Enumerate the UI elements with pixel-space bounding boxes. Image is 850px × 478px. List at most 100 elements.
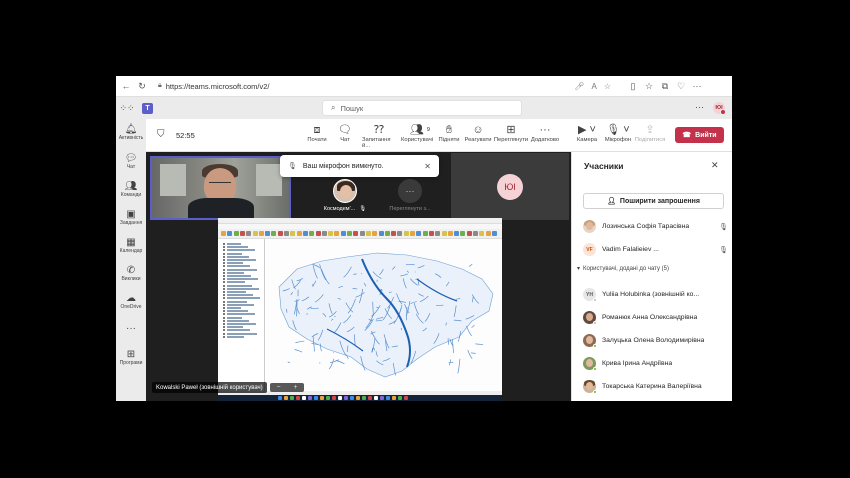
avatar: ЮІ <box>497 173 523 200</box>
refresh-icon[interactable]: ↻ <box>134 78 150 94</box>
participant-tile-kosmo[interactable]: Космодем'... 🎙︎ <box>321 179 369 219</box>
share-view-controls[interactable]: − + <box>270 383 304 392</box>
bell-icon: 🔔︎ <box>124 124 138 135</box>
presenter-name-label: Kowalski Paweł (зовнішній користувач) <box>152 382 267 393</box>
view-more-participants[interactable]: ··· Переглянути з... <box>376 179 444 219</box>
rail-item-chat[interactable]: 💬︎ Чат <box>116 153 146 170</box>
mic-icon[interactable]: 🎤︎ <box>574 82 584 91</box>
rail-item-onedrive[interactable]: ☁ OneDrive <box>116 293 146 310</box>
avatar: VF <box>583 243 596 256</box>
participant-row[interactable]: Крива Ірина Андріївна <box>583 355 728 372</box>
back-icon[interactable]: ← <box>118 78 134 94</box>
search-placeholder: Пошук <box>340 103 364 113</box>
rail-item-apps[interactable]: ⊞ Програми <box>116 349 146 366</box>
people-count-badge: 9 <box>426 127 430 133</box>
shared-screen <box>218 218 502 401</box>
mic-muted-icon: 🎙︎ <box>359 206 367 212</box>
panel-title: Учасники <box>584 161 624 171</box>
tasks-icon: ▣ <box>126 209 136 220</box>
view-button[interactable]: ⊞ Переглянути <box>494 124 528 143</box>
settings-more-icon[interactable]: ··· <box>695 102 704 112</box>
search-input[interactable]: ⌕ Пошук <box>322 100 522 116</box>
mic-button[interactable]: 🎙︎ ˅ Мікрофон <box>601 124 635 143</box>
rail-item-teams[interactable]: 👥︎ Команди <box>116 181 146 198</box>
avatar <box>583 220 596 233</box>
extensions-icon[interactable]: ♡ <box>673 78 689 94</box>
teams-icon: 👥︎ <box>124 181 138 192</box>
participant-tile-yu[interactable]: ЮІ <box>451 153 569 220</box>
avatar: YH <box>583 288 597 302</box>
rail-item-more[interactable]: ··· <box>116 323 146 334</box>
caret-down-icon: ▾ <box>577 266 581 272</box>
teams-header: ⁘⁘ T ⌕ Пошук ··· ЮІ <box>116 97 732 119</box>
address-url: https://teams.microsoft.com/v2/ <box>165 81 270 91</box>
mic-muted-icon: 🎙︎ <box>719 246 728 254</box>
participant-row[interactable]: Залуцька Олена Володимирівна <box>583 332 728 349</box>
chat-icon: 🗨︎ <box>338 124 352 136</box>
user-avatar[interactable]: ЮІ <box>713 102 726 115</box>
minus-icon[interactable]: − <box>276 384 280 391</box>
cloud-icon: ☁ <box>126 293 136 304</box>
rail-item-calls[interactable]: ✆ Виклики <box>116 265 146 282</box>
view-icon: ⊞ <box>506 124 516 136</box>
shield-icon[interactable]: ⛉ <box>157 129 165 140</box>
screen: ← ↻ 🔒︎ https://teams.microsoft.com/v2/ 🎤… <box>116 76 732 401</box>
avatar <box>583 334 597 348</box>
rail-item-activity[interactable]: 🔔︎ Активність <box>116 124 146 141</box>
avatar <box>583 357 597 371</box>
read-aloud-icon[interactable]: A <box>591 82 596 91</box>
participant-row[interactable]: Лозинська Софія Тарасівна 🎙︎ <box>583 218 728 235</box>
app-launcher-icon[interactable]: ⁘⁘ <box>116 103 138 114</box>
share-invite-button[interactable]: 👤︎ Поширити запрошення <box>583 193 724 209</box>
avatar <box>583 311 597 325</box>
close-icon[interactable]: ✕ <box>711 160 719 171</box>
shared-layers-panel <box>218 239 265 391</box>
camera-button[interactable]: ▶︎ ˅ Камера <box>570 124 604 143</box>
rail-item-calendar[interactable]: ▦ Календар <box>116 237 146 254</box>
participant-row[interactable]: Романюк Анна Олександрівна <box>583 309 728 326</box>
chat-button[interactable]: 🗨︎ Чат <box>328 124 362 143</box>
qa-icon: ⁇ <box>373 124 385 136</box>
chat-icon: 💬︎ <box>124 153 138 164</box>
meeting-timer: 52:55 <box>176 131 195 140</box>
search-icon: ⌕ <box>331 103 336 112</box>
leave-button[interactable]: ☎︎ Вийти <box>675 127 724 143</box>
mic-muted-notice: 🎙︎ Ваш мікрофон вимкнуто. ✕ <box>280 155 439 177</box>
hang-up-icon: ☎︎ <box>682 132 692 139</box>
invite-icon: 👤︎ <box>607 198 616 205</box>
phone-icon: ✆ <box>126 265 136 276</box>
people-button[interactable]: 👥︎ 9 Користувачі <box>400 124 434 143</box>
avatar <box>583 380 597 394</box>
more-icon: ··· <box>126 323 136 334</box>
split-screen-icon[interactable]: ▯ <box>625 78 641 94</box>
address-bar[interactable]: 🔒︎ https://teams.microsoft.com/v2/ 🎤︎ A … <box>152 78 617 94</box>
close-icon[interactable]: ✕ <box>424 162 431 171</box>
browser-toolbar: ← ↻ 🔒︎ https://teams.microsoft.com/v2/ 🎤… <box>116 76 732 97</box>
participant-row[interactable]: YH Yuliia Holubinka (зовнішній ко... <box>583 286 728 303</box>
lock-icon: 🔒︎ <box>158 82 162 89</box>
mic-off-icon: 🎙︎ ˅ <box>606 124 630 136</box>
shared-map <box>267 239 502 391</box>
more-actions-button[interactable]: ··· Додатково <box>528 124 562 143</box>
chat-users-section[interactable]: ▾ Користувачі, додані до чату (5) <box>577 265 669 273</box>
favorite-star-icon[interactable]: ☆ <box>604 82 611 91</box>
meeting-stage: ⛉ 52:55 ⧈ Почати 🗨︎ Чат ⁇ Запитання й...… <box>146 119 571 401</box>
rail-item-tasks[interactable]: ▣ Завдання <box>116 209 146 226</box>
people-icon: 👥︎ 9 <box>410 124 430 136</box>
react-icon: ☺ <box>472 124 484 136</box>
favorites-icon[interactable]: ☆ <box>641 78 657 94</box>
browser-more-icon[interactable]: ··· <box>689 78 705 94</box>
meeting-toolbar-right: ▶︎ ˅ Камера 🎙︎ ˅ Мікрофон ⇪ Поділитися ☎… <box>571 119 732 152</box>
apps-icon: ⊞ <box>126 349 136 360</box>
shared-toolbar <box>218 229 502 239</box>
participant-row[interactable]: Токарська Катерина Валеріївна <box>583 378 728 395</box>
qa-button[interactable]: ⁇ Запитання й... <box>362 124 396 149</box>
collections-icon[interactable]: ⧉ <box>657 78 673 94</box>
plus-icon[interactable]: + <box>293 384 297 391</box>
mic-off-icon: 🎙︎ <box>288 163 297 170</box>
react-button[interactable]: ☺ Реагувати <box>461 124 495 143</box>
participant-row[interactable]: VF Vadim Falalieiev ... 🎙︎ <box>583 241 728 258</box>
self-video-tile[interactable] <box>150 156 291 220</box>
more-icon: ··· <box>539 124 551 136</box>
share-screen-button[interactable]: ⇪ Поділитися <box>633 124 667 143</box>
